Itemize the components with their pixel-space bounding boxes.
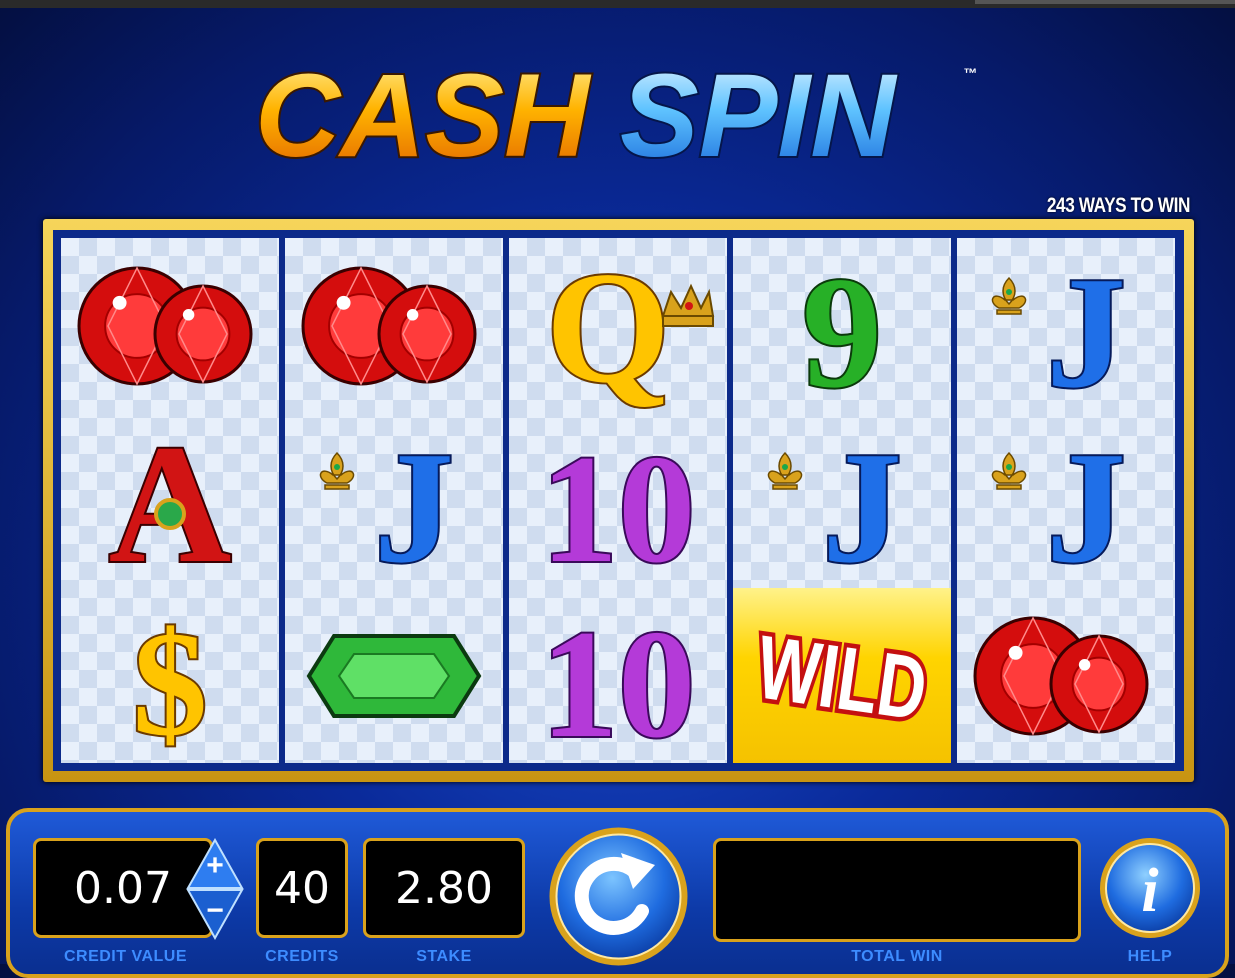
reel-symbol-jack: J <box>957 238 1175 423</box>
svg-text:10: 10 <box>541 423 696 595</box>
jack-symbol: J <box>767 416 904 598</box>
reel-symbol-jack: J <box>285 413 503 598</box>
reel-symbol-wild: WILD <box>733 588 951 763</box>
reel-symbol-ruby-gems <box>957 588 1175 763</box>
minus-icon: − <box>206 894 224 927</box>
svg-text:Q: Q <box>546 238 670 416</box>
spin-button[interactable] <box>547 825 690 968</box>
stake-display: 2.80 <box>363 838 525 938</box>
reel-1: A$ <box>61 238 279 769</box>
wild-symbol: WILD <box>747 612 937 743</box>
total-win-display <box>713 838 1081 942</box>
credit-value-label: CREDIT VALUE <box>63 948 188 965</box>
svg-text:$: $ <box>133 601 208 767</box>
jack-symbol: J <box>319 416 456 598</box>
emerald-graphic <box>306 633 482 718</box>
jack-graphic: J <box>991 241 1128 423</box>
reel-symbol-ten: 10 <box>509 413 727 597</box>
ten-graphic: 10 <box>539 596 698 772</box>
reel-symbol-queen: Q <box>509 236 727 418</box>
reel-symbol-ruby-gems <box>61 238 279 413</box>
fleur-de-lis-icon <box>767 451 803 490</box>
ace-graphic: A <box>107 408 234 600</box>
dollar-sign-graphic: $ <box>131 599 210 769</box>
ten-graphic: 10 <box>539 421 698 597</box>
reels-area: A$JQ10109JWILDJJ <box>53 230 1184 772</box>
svg-text:J: J <box>1046 418 1126 596</box>
top-bar-right <box>975 0 1235 4</box>
svg-text:9: 9 <box>802 243 882 421</box>
credits-label: CREDITS <box>265 948 339 965</box>
credit-value-stepper[interactable]: + − <box>186 838 244 940</box>
ruby-gems-icon <box>973 615 1149 736</box>
reel-symbol-ten: 10 <box>509 588 727 772</box>
credits-display: 40 <box>256 838 348 938</box>
reel-symbol-dollar-sign: $ <box>61 588 279 769</box>
help-label: HELP <box>1127 948 1173 965</box>
svg-text:WILD: WILD <box>751 616 933 739</box>
stake-label: STAKE <box>416 948 472 965</box>
fleur-de-lis-icon <box>991 276 1027 315</box>
top-bar <box>0 0 1235 8</box>
reel-symbol-jack: J <box>957 413 1175 598</box>
reels-frame: A$JQ10109JWILDJJ <box>43 219 1194 782</box>
ace-symbol: A <box>107 408 234 600</box>
svg-text:J: J <box>822 418 902 596</box>
queen-symbol: Q <box>544 236 715 418</box>
nine-graphic: 9 <box>800 241 884 423</box>
reel-5: JJ <box>957 238 1175 763</box>
help-button[interactable]: i <box>1098 836 1202 940</box>
reel-2: J <box>285 238 503 763</box>
trademark: ™ <box>963 65 977 81</box>
reel-symbol-ruby-gems <box>285 238 503 413</box>
svg-text:J: J <box>374 418 454 596</box>
reel-symbol-nine: 9 <box>733 238 951 423</box>
reel-3: Q 10 10 <box>509 236 727 772</box>
ruby-gems-graphic <box>973 615 1149 736</box>
help-icon: i <box>1141 857 1158 925</box>
plus-icon: + <box>206 849 224 882</box>
svg-text:J: J <box>1046 243 1126 421</box>
ten-symbol: 10 <box>539 596 698 772</box>
nine-symbol: 9 <box>800 241 884 423</box>
fleur-de-lis-icon <box>991 451 1027 490</box>
ruby-gems-icon <box>301 265 477 386</box>
jack-graphic: J <box>319 416 456 598</box>
reel-symbol-jack: J <box>733 413 951 598</box>
jack-graphic: J <box>991 416 1128 598</box>
jack-symbol: J <box>991 416 1128 598</box>
queen-graphic: Q <box>544 236 715 418</box>
reel-symbol-ace: A <box>61 408 279 600</box>
reel-4: 9 J WILD <box>733 238 951 763</box>
dollar-sign-icon: $ <box>131 599 210 769</box>
reel-symbol-emerald <box>285 588 503 763</box>
crown-icon <box>661 283 715 327</box>
ruby-gems-graphic <box>77 265 253 386</box>
jack-graphic: J <box>767 416 904 598</box>
jack-symbol: J <box>991 241 1128 423</box>
ten-symbol: 10 <box>539 421 698 597</box>
game-logo: CASH SPIN ™ <box>245 48 990 184</box>
ruby-gems-graphic <box>301 265 477 386</box>
emerald-icon <box>306 633 482 718</box>
total-win-label: TOTAL WIN <box>851 948 943 965</box>
logo-spin: SPIN <box>620 50 898 173</box>
fleur-de-lis-icon <box>319 451 355 490</box>
logo-cash: CASH <box>255 50 592 173</box>
wild-graphic: WILD <box>747 612 937 743</box>
ruby-gems-icon <box>77 265 253 386</box>
ways-to-win: 243 WAYS TO WIN <box>1046 194 1191 217</box>
svg-text:10: 10 <box>541 598 696 770</box>
